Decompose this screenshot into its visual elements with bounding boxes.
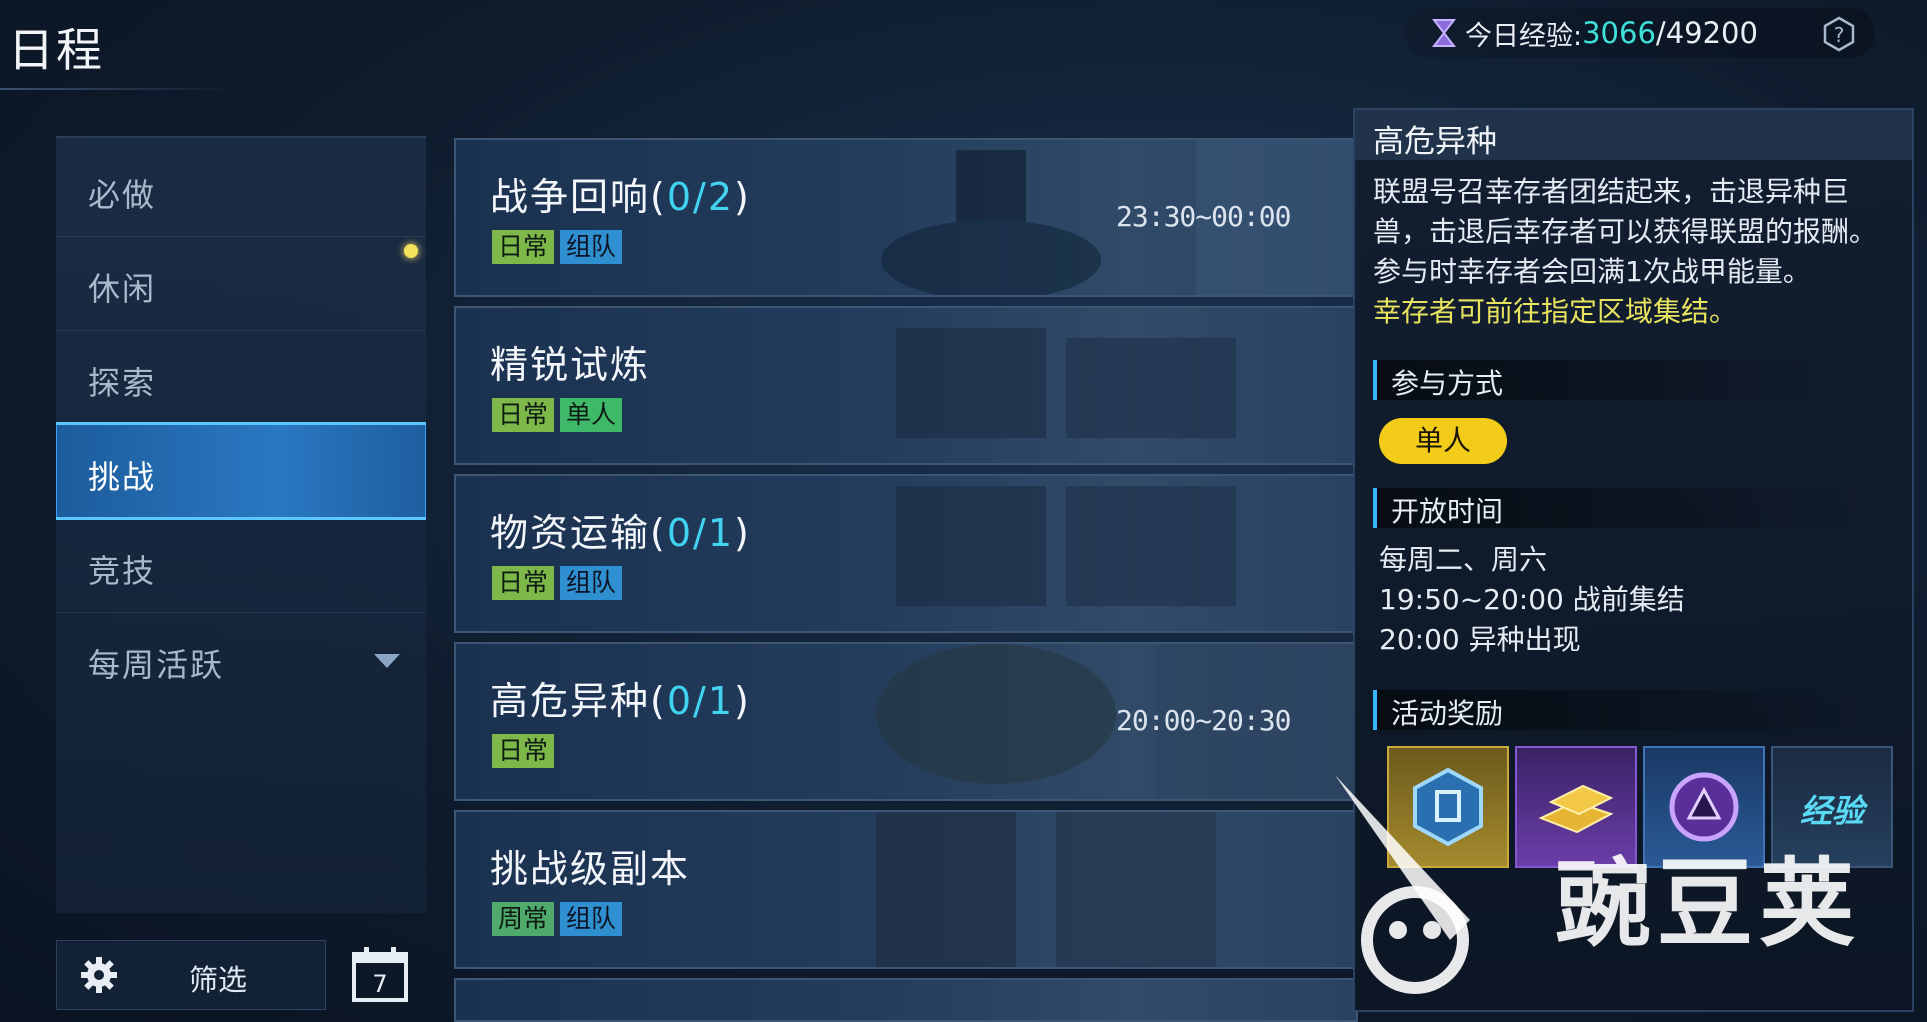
sidebar-item-weekly-active[interactable]: 每周活跃: [56, 612, 426, 706]
sidebar-item-explore[interactable]: 探索: [56, 330, 426, 424]
activity-card-supply-transport[interactable]: 物资运输(0/1) 日常 组队: [454, 474, 1358, 633]
calendar-icon[interactable]: 7: [350, 944, 410, 1004]
help-icon[interactable]: ?: [1821, 16, 1857, 52]
activity-tags: 周常 组队: [492, 902, 623, 936]
sidebar-item-label: 挑战: [88, 458, 157, 496]
filter-label: 筛选: [189, 963, 248, 997]
exp-current: 3066: [1582, 16, 1656, 50]
exp-label: 今日经验:: [1465, 20, 1583, 52]
filter-button[interactable]: 筛选: [56, 940, 326, 1010]
reward-list: 经验: [1387, 746, 1893, 868]
activity-name: 精锐试炼: [490, 343, 651, 387]
exp-reward-label: 经验: [1799, 792, 1864, 830]
gear-icon: [81, 957, 117, 993]
activity-time: 23:30~00:00: [1116, 200, 1291, 233]
exp-max: 49200: [1665, 16, 1758, 50]
activity-card-high-risk-mutant[interactable]: 高危异种(0/1) 日常 20:00~20:30: [454, 642, 1358, 801]
activity-name: 高危异种(0/1): [490, 679, 751, 723]
activity-card-challenge-dungeon[interactable]: 挑战级副本 周常 组队: [454, 810, 1358, 969]
detail-title: 高危异种: [1373, 124, 1497, 160]
daily-exp-bar: 今日经验: 3066 / 49200 ?: [1405, 8, 1875, 58]
purple-orb-icon: [1669, 772, 1739, 842]
activity-tags: 日常 组队: [492, 566, 623, 600]
reward-item[interactable]: [1515, 746, 1637, 868]
notification-dot: [404, 244, 418, 258]
category-sidebar: 必做 休闲 探索 挑战 竞技 每周活跃: [56, 136, 426, 913]
detail-header: 高危异种: [1355, 110, 1912, 160]
exp-separator: /: [1655, 16, 1666, 50]
title-underline: [0, 88, 240, 90]
tag-daily: 日常: [492, 566, 555, 600]
activity-card-partial[interactable]: [454, 978, 1358, 1022]
activity-name: 挑战级副本: [490, 847, 691, 891]
sidebar-item-label: 探索: [88, 364, 157, 402]
reward-item[interactable]: [1643, 746, 1765, 868]
activity-name: 物资运输(0/1): [490, 511, 751, 555]
mode-pill-solo: 单人: [1379, 418, 1507, 464]
activity-card-war-echo[interactable]: 战争回响(0/2) 日常 组队 23:30~00:00: [454, 138, 1358, 297]
sidebar-item-label: 每周活跃: [88, 646, 225, 684]
sidebar-item-must-do[interactable]: 必做: [56, 142, 426, 236]
tag-team: 组队: [560, 230, 623, 264]
activity-tags: 日常 单人: [492, 398, 623, 432]
blue-core-icon: [1413, 767, 1483, 847]
open-gather-time: 19:50~20:00 战前集结: [1379, 583, 1685, 616]
sidebar-item-competitive[interactable]: 竞技: [56, 518, 426, 612]
section-participation: 参与方式: [1373, 360, 1877, 400]
detail-highlight: 幸存者可前往指定区域集结。: [1373, 295, 1738, 328]
activity-card-elite-trial[interactable]: 精锐试炼 日常 单人: [454, 306, 1358, 465]
tag-team: 组队: [560, 566, 623, 600]
sidebar-item-label: 必做: [88, 176, 157, 214]
open-days: 每周二、周六: [1379, 543, 1548, 576]
gold-bars-icon: [1538, 784, 1614, 834]
reward-item[interactable]: [1387, 746, 1509, 868]
card-background-art: [896, 328, 1236, 438]
activity-name: 战争回响(0/2): [490, 175, 751, 219]
card-background-art: [896, 486, 1236, 606]
activity-tags: 日常 组队: [492, 230, 623, 264]
tag-team: 组队: [560, 902, 623, 936]
sidebar-item-label: 休闲: [88, 270, 157, 308]
sidebar-item-challenge[interactable]: 挑战: [56, 422, 426, 520]
detail-description: 联盟号召幸存者团结起来，击退异种巨兽，击退后幸存者可以获得联盟的报酬。参与时幸存…: [1373, 175, 1878, 288]
tag-daily: 日常: [492, 734, 555, 768]
svg-text:?: ?: [1834, 23, 1845, 47]
page-title: 日程: [8, 23, 104, 77]
section-open-time: 开放时间: [1373, 488, 1877, 528]
calendar-day: 7: [372, 970, 387, 998]
tag-daily: 日常: [492, 230, 555, 264]
card-background-art: [876, 812, 1216, 967]
tag-solo: 单人: [560, 398, 623, 432]
sidebar-item-label: 竞技: [88, 552, 157, 590]
reward-item[interactable]: 经验: [1771, 746, 1893, 868]
hourglass-icon: [1431, 19, 1457, 47]
chevron-down-icon: [374, 654, 400, 668]
activity-detail-panel: 高危异种 联盟号召幸存者团结起来，击退异种巨兽，击退后幸存者可以获得联盟的报酬。…: [1353, 108, 1914, 1012]
activity-time: 20:00~20:30: [1116, 704, 1291, 737]
section-rewards: 活动奖励: [1373, 690, 1877, 730]
tag-daily: 日常: [492, 398, 555, 432]
open-spawn-time: 20:00 异种出现: [1379, 623, 1581, 656]
activity-tags: 日常: [492, 734, 555, 768]
tag-weekly: 周常: [492, 902, 555, 936]
sidebar-item-leisure[interactable]: 休闲: [56, 236, 426, 330]
